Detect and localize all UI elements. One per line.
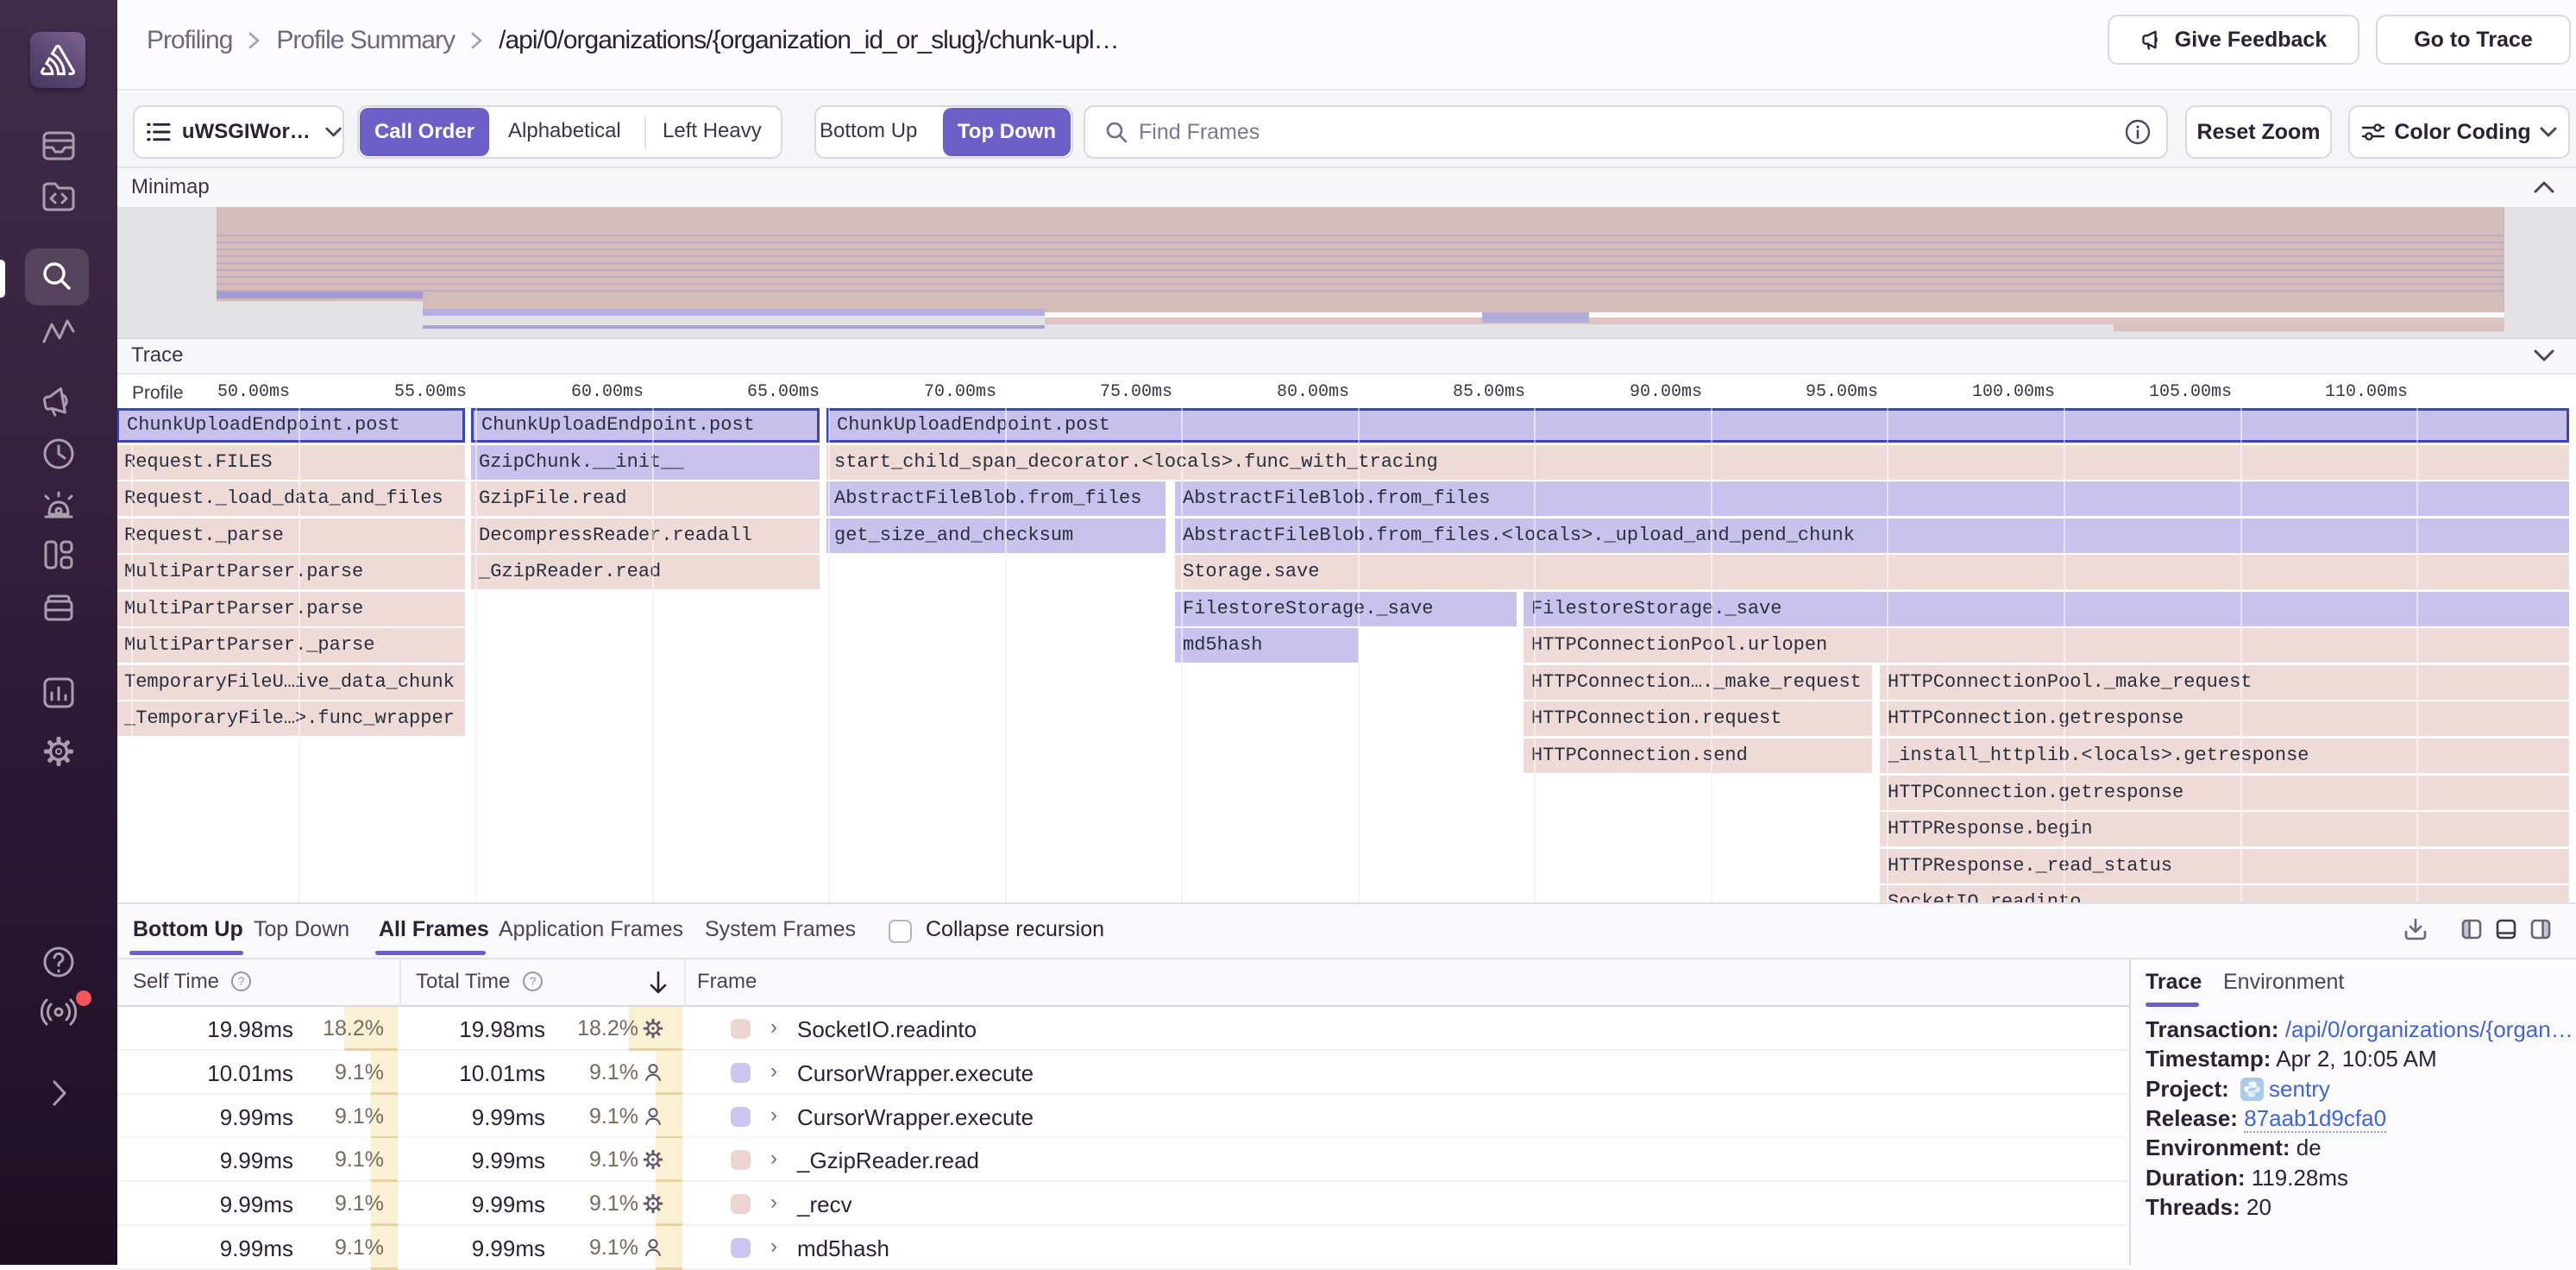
svg-text:?: ? [238,974,245,988]
svg-text:?: ? [529,974,536,988]
